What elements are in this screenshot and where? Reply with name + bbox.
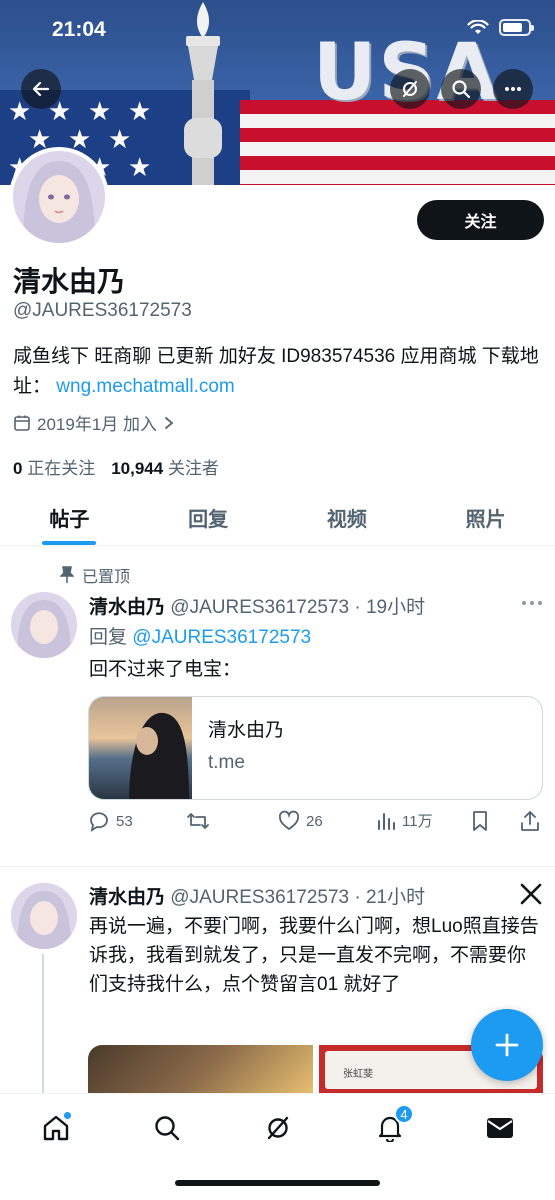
post-header: 清水由乃 @JAURES36172573 · 19小时 — [89, 592, 425, 619]
pinned-label: 已置顶 — [82, 569, 131, 586]
more-icon — [505, 87, 521, 91]
avatar-portrait-graphic — [13, 151, 105, 243]
profile-avatar[interactable] — [9, 147, 109, 247]
bio-link[interactable]: wng.mechatmall.com — [56, 376, 234, 397]
following-count: 0 — [13, 459, 23, 478]
tab-posts[interactable]: 帖子 — [0, 490, 139, 545]
repost-action[interactable] — [186, 810, 210, 832]
grok-button[interactable] — [390, 69, 430, 109]
reply-icon — [90, 812, 108, 832]
bookmark-icon — [473, 811, 487, 831]
wifi-icon — [467, 19, 489, 34]
pin-icon — [60, 566, 74, 583]
post-actions: 53 26 11万 — [88, 810, 543, 838]
status-icons — [467, 19, 534, 36]
avatar-portrait-graphic — [11, 592, 77, 658]
following-link[interactable]: 0 正在关注 — [13, 454, 95, 479]
profile-bio: 咸鱼线下 旺商聊 已更新 加好友 ID983574536 应用商城 下载地址： … — [13, 342, 543, 402]
link-card[interactable]: 清水由乃 t.me — [88, 696, 543, 800]
link-card-image — [89, 697, 192, 799]
share-action[interactable] — [520, 810, 540, 832]
tab-videos[interactable]: 视频 — [278, 490, 417, 545]
joined-date: 2019年1月 加入 — [13, 410, 175, 435]
following-label: 正在关注 — [27, 459, 96, 478]
reply-to-line: 回复 @JAURES36172573 — [89, 622, 311, 649]
nav-home[interactable] — [36, 1108, 76, 1148]
post-media-image-1[interactable] — [88, 1045, 313, 1095]
back-button[interactable] — [21, 69, 61, 109]
post-text: 回不过来了电宝： — [89, 659, 242, 680]
followers-link[interactable]: 10,944 关注者 — [111, 454, 219, 479]
tab-photos[interactable]: 照片 — [416, 490, 555, 545]
share-icon — [521, 811, 539, 831]
pinned-indicator: 已置顶 — [60, 563, 130, 587]
nav-grok[interactable] — [258, 1108, 298, 1148]
followers-count: 10,944 — [111, 459, 164, 478]
followers-label: 关注者 — [167, 459, 219, 478]
post-text: 再说一遍，不要门啊，我要什么门啊，想Luo照直接告诉我，我看到就发了，只是一直发… — [89, 916, 539, 995]
bookmark-action[interactable] — [471, 810, 489, 832]
search-icon — [452, 80, 471, 99]
nav-messages[interactable] — [480, 1108, 520, 1148]
search-button[interactable] — [441, 69, 481, 109]
grok-icon — [403, 81, 417, 97]
home-badge-dot — [63, 1111, 72, 1120]
like-action[interactable]: 26 — [278, 810, 323, 832]
compose-button[interactable] — [471, 1009, 543, 1081]
more-button[interactable] — [493, 69, 533, 109]
views-chart-icon — [378, 812, 395, 830]
link-card-domain: t.me — [208, 752, 245, 773]
tab-replies[interactable]: 回复 — [139, 490, 278, 545]
post-author-meta: @JAURES36172573 · 21小时 — [170, 887, 426, 908]
profile-handle: @JAURES36172573 — [13, 300, 192, 321]
notifications-badge: 4 — [394, 1104, 414, 1124]
reply-action[interactable]: 53 — [88, 810, 133, 832]
repost-icon — [187, 813, 209, 829]
post-more-icon[interactable] — [520, 598, 544, 608]
arrow-left-icon — [32, 81, 50, 97]
chevron-right-icon[interactable] — [163, 416, 175, 430]
views-count: 11万 — [402, 813, 433, 830]
follow-stats: 0 正在关注 10,944 关注者 — [13, 454, 219, 479]
follow-button[interactable]: 关注 — [417, 200, 544, 240]
search-icon — [155, 1116, 180, 1141]
post-author-name[interactable]: 清水由乃 — [89, 887, 165, 908]
post-avatar[interactable] — [11, 592, 77, 658]
post-divider — [0, 866, 555, 867]
card-portrait-graphic — [129, 712, 189, 799]
x-logo-icon — [520, 883, 542, 905]
mail-icon — [487, 1118, 513, 1138]
joined-text: 2019年1月 加入 — [37, 415, 157, 434]
nav-search[interactable] — [147, 1108, 187, 1148]
plus-icon — [495, 1033, 519, 1057]
post-avatar[interactable] — [11, 883, 77, 949]
avatar-portrait-graphic — [11, 883, 77, 949]
calendar-icon — [14, 415, 30, 431]
link-card-title: 清水由乃 — [208, 720, 285, 741]
views-action[interactable]: 11万 — [376, 810, 433, 831]
nav-notifications[interactable]: 4 — [370, 1104, 414, 1148]
post-author-name[interactable]: 清水由乃 — [89, 597, 165, 618]
status-time: 21:04 — [52, 18, 106, 41]
battery-icon — [499, 19, 534, 36]
grok-icon — [267, 1116, 289, 1140]
thread-line — [42, 954, 44, 1094]
reply-handle-link[interactable]: @JAURES36172573 — [132, 627, 311, 648]
home-indicator — [175, 1180, 380, 1186]
reply-prefix: 回复 — [89, 627, 128, 648]
reply-count: 53 — [116, 812, 133, 830]
post-header: 清水由乃 @JAURES36172573 · 21小时 — [89, 882, 425, 909]
like-count: 26 — [306, 812, 323, 830]
torch-graphic — [184, 2, 222, 185]
post-author-meta: @JAURES36172573 · 19小时 — [170, 597, 426, 618]
profile-tabs: 帖子 回复 视频 照片 — [0, 490, 555, 546]
profile-display-name: 清水由乃 — [13, 266, 126, 297]
heart-icon — [278, 810, 300, 831]
